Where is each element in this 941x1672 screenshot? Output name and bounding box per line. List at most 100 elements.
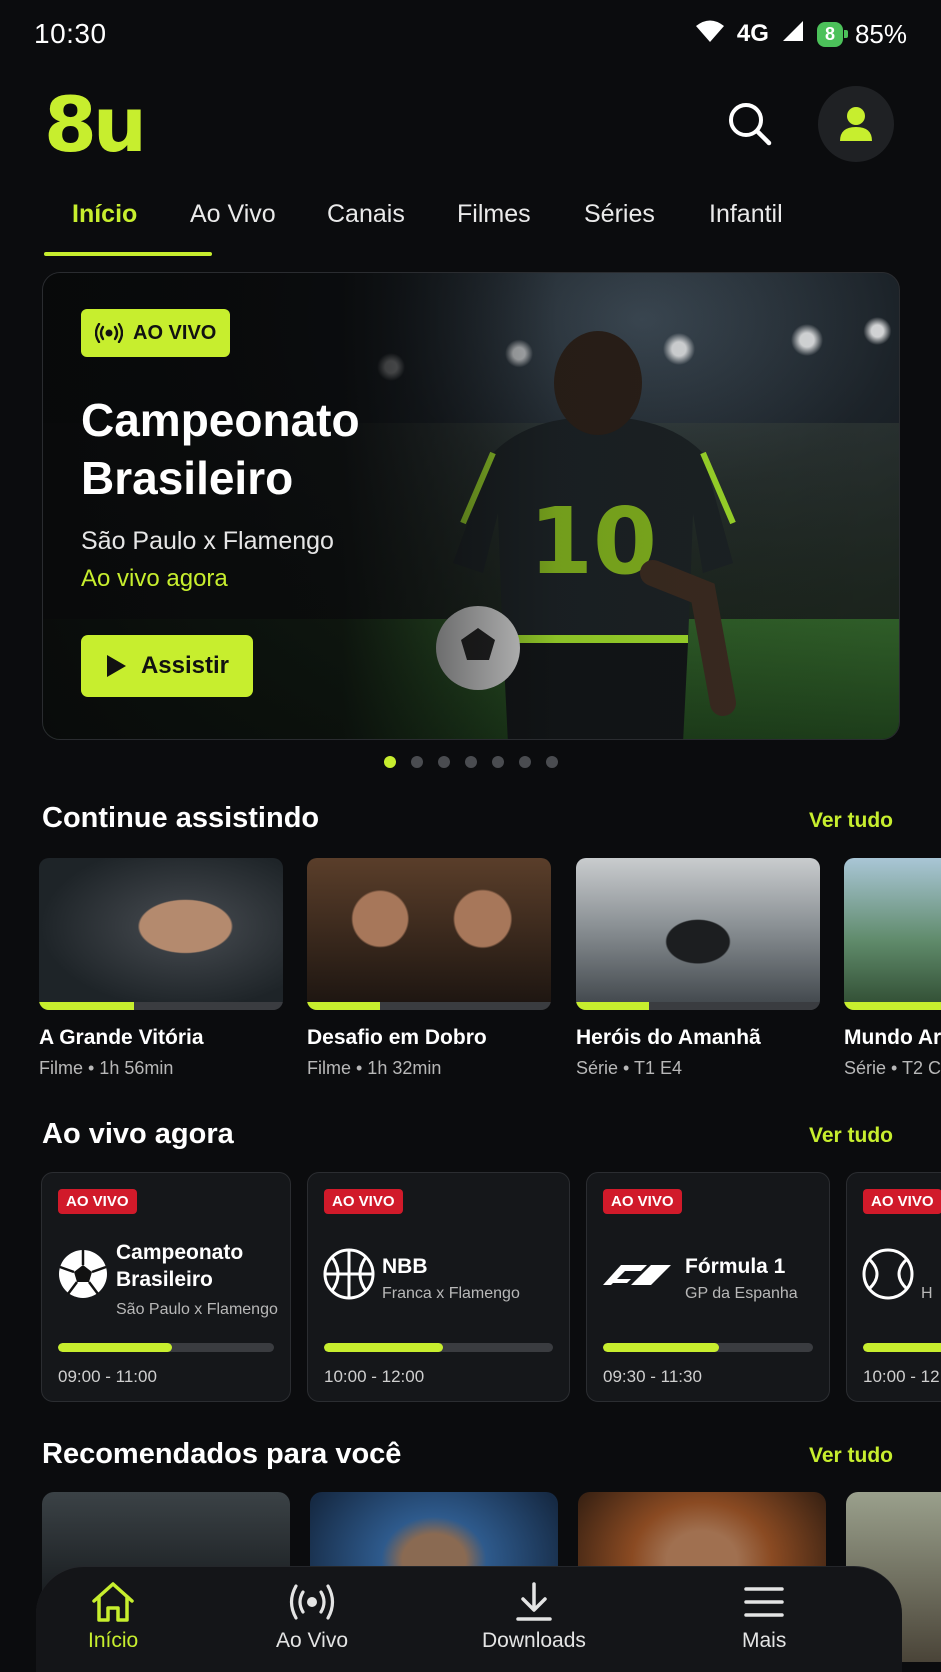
f1-logo-icon bbox=[603, 1265, 671, 1285]
nav-label: Início bbox=[88, 1629, 139, 1652]
carousel-dot[interactable] bbox=[492, 756, 504, 768]
network-type: 4G bbox=[736, 20, 769, 47]
continue-meta: Filme • 1h 56min bbox=[39, 1058, 174, 1078]
hero-banner[interactable]: 10 AO VIVO Campeonato Brasileiro São Pau… bbox=[42, 272, 900, 740]
live-progress bbox=[58, 1343, 274, 1352]
continue-thumbnail bbox=[576, 858, 820, 1010]
section-title-continue: Continue assistindo bbox=[42, 802, 320, 834]
hero-subtitle: São Paulo x Flamengo bbox=[81, 527, 334, 555]
continue-title: Heróis do Amanhã bbox=[576, 1026, 761, 1049]
live-card-desc: São Paulo x Flamengo bbox=[116, 1301, 278, 1318]
tab-infantil[interactable]: Infantil bbox=[709, 200, 829, 256]
wifi-icon bbox=[695, 19, 725, 50]
live-card-desc: GP da Espanha bbox=[685, 1285, 798, 1302]
user-icon bbox=[840, 107, 872, 141]
tab-ao-vivo[interactable]: Ao Vivo bbox=[190, 200, 327, 256]
live-progress bbox=[324, 1343, 553, 1352]
continue-meta: Filme • 1h 32min bbox=[307, 1058, 442, 1078]
continue-card[interactable]: Heróis do Amanhã Série • T1 E4 bbox=[576, 858, 820, 1079]
live-progress bbox=[603, 1343, 813, 1352]
basketball-icon bbox=[323, 1248, 375, 1300]
live-badge: AO VIVO bbox=[324, 1189, 403, 1214]
live-time: 10:00 - 12:00 bbox=[324, 1367, 425, 1386]
bottom-navigation: Início Ao Vivo Downloads Mais bbox=[36, 1566, 902, 1672]
section-title-recommended: Recomendados para você bbox=[42, 1438, 402, 1470]
tab-inicio[interactable]: Início bbox=[44, 200, 212, 256]
hero-status: Ao vivo agora bbox=[81, 565, 228, 592]
live-card[interactable]: AO VIVO NBB Franca x Flamengo 10:00 - 12… bbox=[307, 1172, 570, 1402]
download-icon bbox=[516, 1582, 552, 1621]
live-progress bbox=[863, 1343, 941, 1352]
carousel-dot[interactable] bbox=[411, 756, 423, 768]
battery-icon: 8 bbox=[816, 21, 848, 47]
continue-thumbnail bbox=[39, 858, 283, 1010]
hero-live-label: AO VIVO bbox=[133, 321, 217, 344]
live-card-title: Campeonato Brasileiro bbox=[116, 1241, 244, 1291]
continue-progress bbox=[39, 1002, 283, 1010]
continue-title: A Grande Vitória bbox=[39, 1026, 204, 1049]
live-time: 09:00 - 11:00 bbox=[58, 1367, 157, 1386]
play-icon bbox=[106, 655, 126, 677]
category-tabs: Início Ao Vivo Canais Filmes Séries Infa… bbox=[44, 200, 829, 256]
tab-canais[interactable]: Canais bbox=[327, 200, 457, 256]
recommended-see-all-link[interactable]: Ver tudo bbox=[809, 1444, 893, 1468]
continue-progress bbox=[307, 1002, 551, 1010]
carousel-dot[interactable] bbox=[519, 756, 531, 768]
continue-meta: Série • T1 E4 bbox=[576, 1058, 683, 1078]
nav-mais[interactable]: Mais bbox=[742, 1581, 786, 1653]
live-time: 09:30 - 11:30 bbox=[603, 1367, 702, 1386]
live-badge: AO VIVO bbox=[58, 1189, 137, 1214]
hero-live-badge: AO VIVO bbox=[81, 309, 231, 357]
carousel-dots bbox=[384, 756, 558, 768]
continue-thumbnail bbox=[844, 858, 941, 1010]
live-badge: AO VIVO bbox=[603, 1189, 682, 1214]
nav-label: Ao Vivo bbox=[276, 1629, 348, 1652]
carousel-dot[interactable] bbox=[384, 756, 396, 768]
continue-progress bbox=[844, 1002, 941, 1010]
nav-label: Mais bbox=[742, 1629, 787, 1652]
live-card[interactable]: AO VIVO Campeonato Brasileiro São Paulo … bbox=[41, 1172, 291, 1402]
live-time: 10:00 - 12 bbox=[863, 1367, 940, 1386]
continue-card[interactable]: Desafio em Dobro Filme • 1h 32min bbox=[307, 858, 551, 1079]
live-see-all-link[interactable]: Ver tudo bbox=[809, 1124, 893, 1148]
status-bar: 10:30 4G 8 85% bbox=[34, 14, 907, 54]
continue-card[interactable]: Mundo Ar Série • T2 C bbox=[844, 858, 941, 1079]
watch-button-label: Assistir bbox=[140, 652, 230, 679]
live-badge: AO VIVO bbox=[863, 1189, 941, 1214]
status-indicators: 4G 8 85% bbox=[695, 19, 907, 50]
soccer-ball-icon bbox=[59, 1250, 107, 1298]
nav-downloads[interactable]: Downloads bbox=[482, 1581, 586, 1653]
live-card-desc: Franca x Flamengo bbox=[382, 1285, 520, 1302]
tennis-ball-icon bbox=[862, 1248, 914, 1300]
hero-title: Campeonato Brasileiro bbox=[81, 394, 360, 504]
battery-percent: 85% bbox=[854, 18, 907, 49]
menu-icon bbox=[744, 1587, 784, 1617]
carousel-dot[interactable] bbox=[465, 756, 477, 768]
continue-meta: Série • T2 C bbox=[844, 1058, 941, 1078]
section-title-live: Ao vivo agora bbox=[42, 1118, 234, 1150]
live-card-title: Fórmula 1 bbox=[685, 1255, 786, 1278]
live-card[interactable]: AO VIVO Fórmula 1 GP da Espanha 09:30 - … bbox=[586, 1172, 830, 1402]
continue-thumbnail bbox=[307, 858, 551, 1010]
tab-filmes[interactable]: Filmes bbox=[457, 200, 584, 256]
continue-progress bbox=[576, 1002, 820, 1010]
nav-label: Downloads bbox=[482, 1629, 586, 1652]
profile-button[interactable] bbox=[818, 86, 894, 162]
search-icon[interactable] bbox=[722, 96, 778, 152]
status-time: 10:30 bbox=[34, 18, 107, 49]
live-card-title: NBB bbox=[382, 1255, 428, 1278]
tab-series[interactable]: Séries bbox=[584, 200, 709, 256]
nav-ao-vivo[interactable]: Ao Vivo bbox=[276, 1581, 348, 1653]
carousel-dot[interactable] bbox=[546, 756, 558, 768]
carousel-dot[interactable] bbox=[438, 756, 450, 768]
nav-inicio[interactable]: Início bbox=[88, 1581, 138, 1653]
continue-title: Desafio em Dobro bbox=[307, 1026, 487, 1049]
watch-button[interactable]: Assistir bbox=[81, 635, 253, 697]
broadcast-icon bbox=[289, 1584, 335, 1620]
continue-see-all-link[interactable]: Ver tudo bbox=[809, 809, 893, 833]
home-icon bbox=[92, 1582, 134, 1622]
broadcast-icon bbox=[95, 323, 123, 343]
live-card[interactable]: AO VIVO H 10:00 - 12 bbox=[846, 1172, 941, 1402]
continue-card[interactable]: A Grande Vitória Filme • 1h 56min bbox=[39, 858, 283, 1079]
app-logo[interactable]: 8u bbox=[44, 80, 147, 169]
